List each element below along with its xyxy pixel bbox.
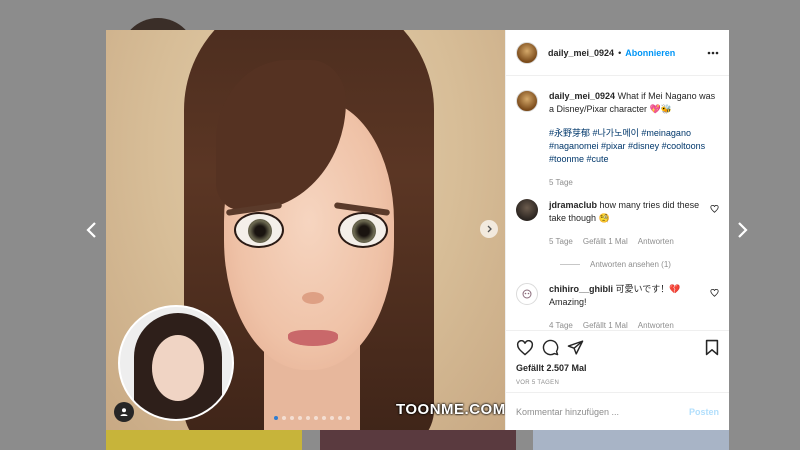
replies-divider xyxy=(560,264,580,265)
carousel-dot xyxy=(338,416,342,420)
carousel-next-button[interactable] xyxy=(480,220,498,238)
like-button[interactable] xyxy=(516,339,534,356)
author-avatar[interactable] xyxy=(516,90,538,112)
carousel-indicator xyxy=(274,416,350,420)
previous-post-button[interactable] xyxy=(80,218,104,242)
background-grid-post[interactable] xyxy=(320,430,516,450)
carousel-dot xyxy=(314,416,318,420)
heart-icon xyxy=(710,205,719,213)
post-side-panel: daily_mei_0924 • Abonnieren daily_mei_09… xyxy=(505,30,729,430)
comment-item: jdramaclub how many tries did these take… xyxy=(516,199,719,248)
comment-item: chihiro__ghibli 可愛いです！💔 Amazing! 4 Tage … xyxy=(516,283,719,332)
view-replies-label: Antworten ansehen (1) xyxy=(590,260,671,269)
comment-username[interactable]: chihiro__ghibli xyxy=(549,284,613,294)
reply-button[interactable]: Antworten xyxy=(638,235,674,248)
comment-username[interactable]: jdramaclub xyxy=(549,200,597,210)
comment-icon xyxy=(542,339,559,356)
author-avatar[interactable] xyxy=(516,41,538,64)
watermark-text: TOONME.COM xyxy=(396,401,505,418)
background-grid-post[interactable] xyxy=(533,430,729,450)
caption-item: daily_mei_0924 What if Mei Nagano was a … xyxy=(516,90,719,189)
caption-time[interactable]: 5 Tage xyxy=(549,176,573,189)
commenter-avatar[interactable] xyxy=(516,283,538,305)
photo-eye xyxy=(338,212,388,248)
carousel-dot xyxy=(298,416,302,420)
carousel-dot xyxy=(274,416,278,420)
view-replies-button[interactable]: Antworten ansehen (1) xyxy=(560,258,719,271)
comment-like-button[interactable] xyxy=(710,289,719,332)
user-tag-icon xyxy=(120,408,128,416)
comment-like-button[interactable] xyxy=(710,205,719,248)
carousel-dot xyxy=(306,416,310,420)
comments-list[interactable]: daily_mei_0924 What if Mei Nagano was a … xyxy=(506,76,729,336)
carousel-dot xyxy=(346,416,350,420)
chevron-right-icon xyxy=(487,225,492,233)
photo-nose xyxy=(302,292,324,304)
more-options-button[interactable] xyxy=(707,51,719,55)
add-comment-form: Posten xyxy=(506,392,729,430)
post-timestamp[interactable]: VOR 5 TAGEN xyxy=(516,380,719,386)
post-photo[interactable]: TOONME.COM xyxy=(106,30,505,430)
bookmark-icon xyxy=(705,339,719,356)
follow-button[interactable]: Abonnieren xyxy=(625,48,675,58)
caption-username[interactable]: daily_mei_0924 xyxy=(549,91,615,101)
carousel-dot xyxy=(290,416,294,420)
post-actions: Gefällt 2.507 Mal VOR 5 TAGEN xyxy=(506,330,729,386)
chevron-right-icon xyxy=(738,222,748,238)
inset-face xyxy=(152,335,204,401)
commenter-avatar[interactable] xyxy=(516,199,538,221)
comment-button[interactable] xyxy=(542,339,559,356)
more-icon xyxy=(707,51,719,54)
next-post-button[interactable] xyxy=(730,218,754,242)
original-photo-inset xyxy=(118,305,234,421)
comment-likes[interactable]: Gefällt 1 Mal xyxy=(583,235,628,248)
background-grid-post[interactable] xyxy=(106,430,302,450)
comment-time[interactable]: 5 Tage xyxy=(549,235,573,248)
tagged-users-button[interactable] xyxy=(114,402,134,422)
photo-mouth xyxy=(288,330,338,346)
heart-icon xyxy=(516,339,534,356)
carousel-dot xyxy=(322,416,326,420)
comment-input[interactable] xyxy=(516,406,689,417)
author-username[interactable]: daily_mei_0924 xyxy=(548,48,614,58)
share-button[interactable] xyxy=(567,339,584,356)
post-header: daily_mei_0924 • Abonnieren xyxy=(506,30,729,76)
save-button[interactable] xyxy=(705,339,719,356)
carousel-dot xyxy=(282,416,286,420)
chevron-left-icon xyxy=(86,222,96,238)
share-icon xyxy=(567,340,584,355)
avatar-illustration-icon xyxy=(522,289,532,299)
photo-eye xyxy=(234,212,284,248)
post-modal: TOONME.COM daily_mei_0924 • Abonnieren d… xyxy=(106,30,729,430)
likes-count[interactable]: Gefällt 2.507 Mal xyxy=(516,363,719,373)
carousel-dot xyxy=(330,416,334,420)
caption-hashtags[interactable]: #永野芽郁 #나가노메이 #meinagano #naganomei #pixa… xyxy=(549,127,719,166)
heart-icon xyxy=(710,289,719,297)
post-comment-button[interactable]: Posten xyxy=(689,407,719,417)
header-separator: • xyxy=(618,47,622,58)
